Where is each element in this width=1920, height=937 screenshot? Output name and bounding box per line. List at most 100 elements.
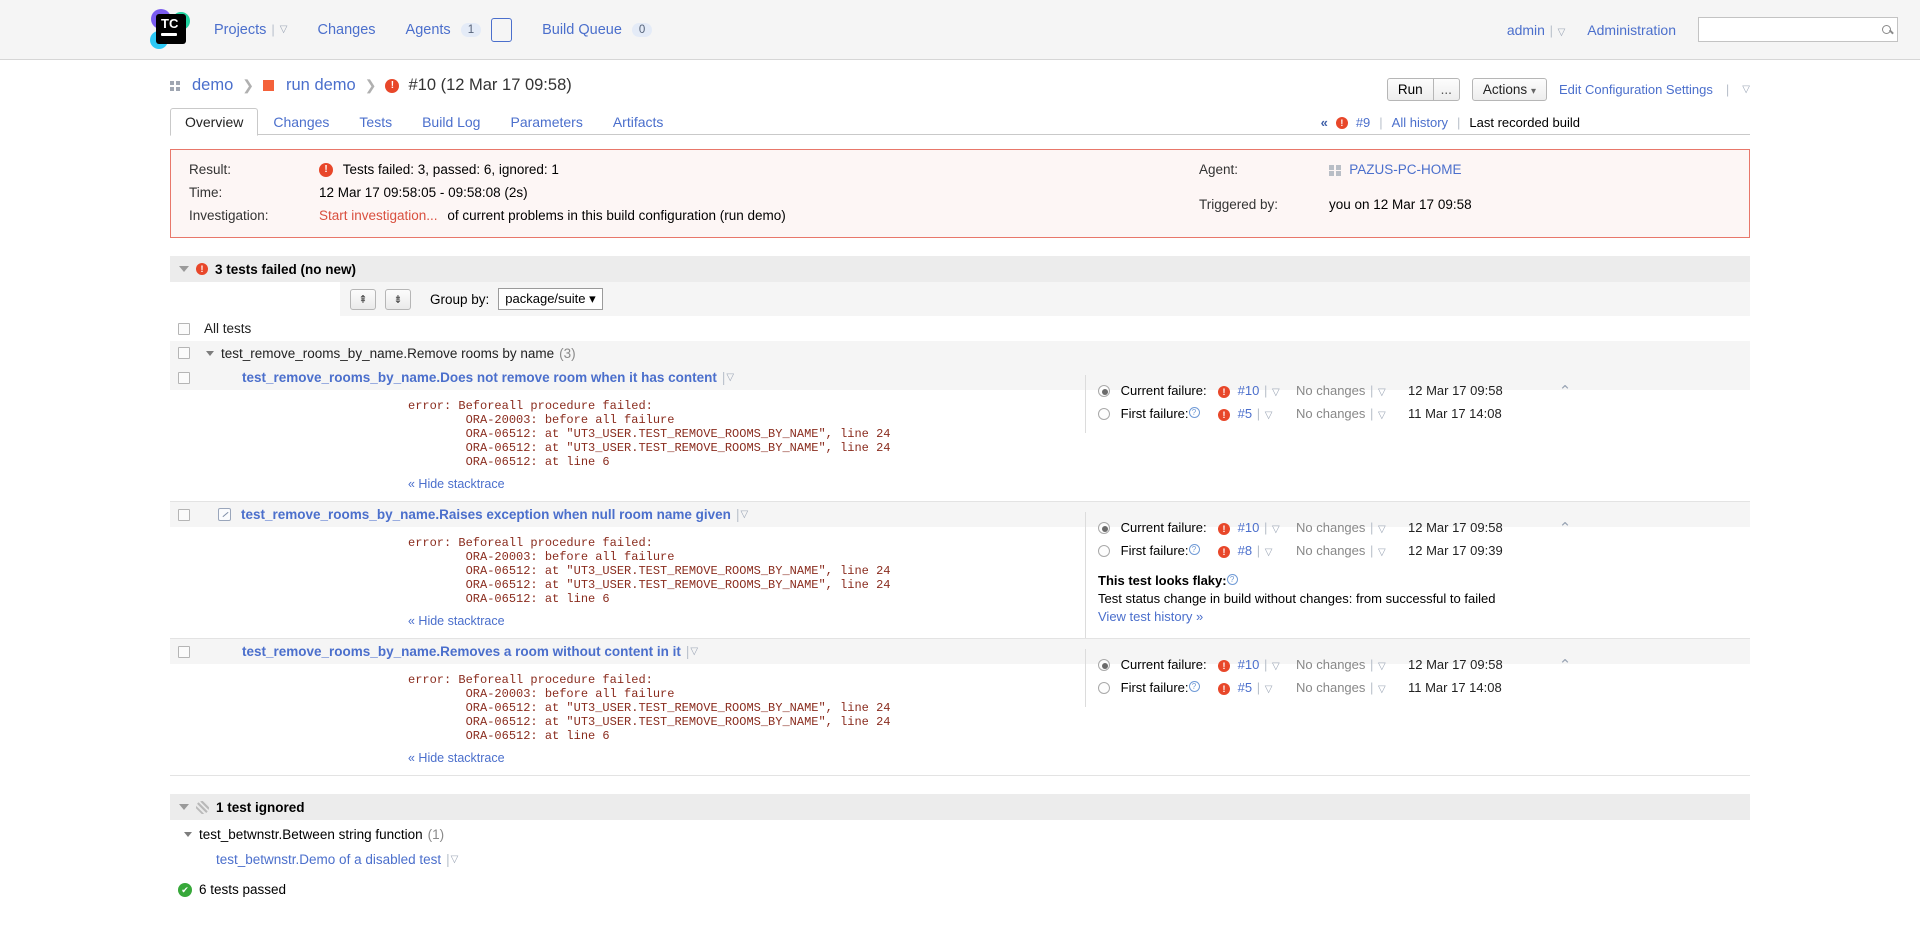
current-failure-row[interactable]: Current failure: ! #10 | ▽ No changes | …: [1086, 653, 1580, 676]
nav-item-projects[interactable]: Projects | ▽: [214, 22, 287, 38]
tree-row-all-tests[interactable]: All tests: [170, 316, 1750, 341]
first-failure-build-link[interactable]: #5: [1238, 680, 1252, 695]
chevron-down-icon[interactable]: ▽: [1265, 684, 1273, 695]
test-checkbox[interactable]: [178, 646, 190, 658]
tab-artifacts[interactable]: Artifacts: [598, 108, 679, 136]
nav-item-agents[interactable]: Agents 1: [406, 18, 513, 42]
chevron-down-icon[interactable]: ▽: [690, 646, 698, 657]
collapse-triangle-icon[interactable]: [179, 804, 189, 810]
chevron-down-icon[interactable]: ▽: [451, 854, 459, 865]
nav-link-agents[interactable]: Agents: [406, 22, 451, 38]
chevron-down-icon[interactable]: ▽: [1378, 661, 1386, 672]
breadcrumb-configuration[interactable]: run demo: [286, 76, 356, 95]
first-failure-radio[interactable]: [1098, 545, 1110, 557]
collapse-all-button[interactable]: ⇟: [385, 289, 411, 310]
actions-button[interactable]: Actions ▾: [1472, 78, 1547, 101]
collapse-triangle-icon[interactable]: [184, 832, 192, 837]
run-options-button[interactable]: ...: [1433, 79, 1459, 100]
current-failure-build-link[interactable]: #10: [1238, 657, 1260, 672]
current-failure-radio[interactable]: [1098, 385, 1110, 397]
chevron-down-icon[interactable]: ▽: [1558, 27, 1566, 38]
tab-overview[interactable]: Overview: [170, 108, 258, 136]
tab-parameters[interactable]: Parameters: [495, 108, 597, 136]
current-failure-build-link[interactable]: #10: [1238, 520, 1260, 535]
agent-link[interactable]: PAZUS-PC-HOME: [1349, 162, 1461, 177]
nav-item-build-queue[interactable]: Build Queue 0: [542, 22, 652, 38]
current-failure-row[interactable]: Current failure: ! #10 | ▽ No changes | …: [1086, 379, 1580, 402]
test-name-link[interactable]: test_remove_rooms_by_name.Removes a room…: [242, 644, 681, 659]
suite-checkbox[interactable]: [178, 347, 190, 359]
current-failure-radio[interactable]: [1098, 659, 1110, 671]
help-icon[interactable]: ?: [1227, 574, 1238, 585]
tree-row-ignored-test[interactable]: test_betwnstr.Demo of a disabled test | …: [178, 848, 1920, 870]
chevron-down-icon[interactable]: ▽: [1272, 661, 1280, 672]
help-icon[interactable]: ?: [1189, 544, 1200, 555]
run-button[interactable]: Run ...: [1387, 78, 1460, 101]
ignored-test-link[interactable]: test_betwnstr.Demo of a disabled test: [216, 852, 441, 867]
tab-build-log[interactable]: Build Log: [407, 108, 495, 136]
first-failure-build-link[interactable]: #5: [1238, 406, 1252, 421]
help-icon[interactable]: ?: [1189, 407, 1200, 418]
start-investigation-link[interactable]: Start investigation...: [319, 208, 438, 223]
chevron-down-icon[interactable]: ▽: [1378, 547, 1386, 558]
chevron-down-icon[interactable]: ▽: [1742, 84, 1750, 95]
user-link[interactable]: admin: [1507, 22, 1545, 38]
breadcrumb-project[interactable]: demo: [192, 76, 233, 95]
chevron-down-icon[interactable]: ▽: [1265, 410, 1273, 421]
chevron-down-icon[interactable]: ▽: [1378, 684, 1386, 695]
previous-build-link[interactable]: #9: [1356, 115, 1370, 130]
first-failure-build-link[interactable]: #8: [1238, 543, 1252, 558]
tab-tests[interactable]: Tests: [344, 108, 407, 136]
previous-build-arrow-icon[interactable]: «: [1321, 115, 1328, 130]
nav-link-build-queue[interactable]: Build Queue: [542, 22, 622, 38]
first-failure-radio[interactable]: [1098, 408, 1110, 420]
first-failure-radio[interactable]: [1098, 682, 1110, 694]
help-icon[interactable]: ?: [1189, 681, 1200, 692]
hide-stacktrace-link[interactable]: « Hide stacktrace: [408, 751, 505, 765]
collapse-detail-icon[interactable]: ⌃: [1550, 382, 1580, 400]
user-menu[interactable]: admin | ▽: [1507, 22, 1565, 38]
first-failure-row[interactable]: First failure:? ! #8 | ▽ No changes | ▽ …: [1086, 539, 1580, 562]
hide-stacktrace-link[interactable]: « Hide stacktrace: [408, 614, 505, 628]
collapse-detail-icon[interactable]: ⌃: [1550, 656, 1580, 674]
tree-row-suite[interactable]: test_remove_rooms_by_name.Remove rooms b…: [170, 341, 1750, 365]
search-icon[interactable]: [1882, 25, 1891, 34]
test-name-link[interactable]: test_remove_rooms_by_name.Raises excepti…: [241, 507, 731, 522]
view-test-history-link[interactable]: View test history »: [1098, 609, 1203, 624]
chevron-down-icon[interactable]: ▽: [1272, 524, 1280, 535]
group-by-select[interactable]: package/suite ▾: [498, 288, 602, 310]
test-name-link[interactable]: test_remove_rooms_by_name.Does not remov…: [242, 370, 717, 385]
chevron-down-icon[interactable]: ▽: [740, 509, 748, 520]
first-failure-row[interactable]: First failure:? ! #5 | ▽ No changes | ▽ …: [1086, 676, 1580, 699]
expand-all-button[interactable]: ⇞: [350, 289, 376, 310]
run-button-label[interactable]: Run: [1388, 79, 1433, 100]
collapse-triangle-icon[interactable]: [206, 351, 214, 356]
tree-row-suite[interactable]: test_betwnstr.Between string function (1…: [178, 820, 1920, 848]
chevron-down-icon[interactable]: ▽: [1378, 524, 1386, 535]
collapse-triangle-icon[interactable]: [179, 266, 189, 272]
nav-link-projects[interactable]: Projects: [214, 22, 266, 38]
collapse-detail-icon[interactable]: ⌃: [1550, 519, 1580, 537]
chevron-down-icon[interactable]: ▽: [1265, 547, 1273, 558]
tab-changes[interactable]: Changes: [258, 108, 344, 136]
chevron-down-icon[interactable]: ▽: [280, 24, 288, 35]
first-failure-row[interactable]: First failure:? ! #5 | ▽ No changes | ▽ …: [1086, 402, 1580, 425]
nav-item-changes[interactable]: Changes: [317, 22, 375, 38]
edit-configuration-settings-link[interactable]: Edit Configuration Settings: [1559, 82, 1713, 97]
hide-stacktrace-link[interactable]: « Hide stacktrace: [408, 477, 505, 491]
failed-tests-section-header[interactable]: ! 3 tests failed (no new): [170, 256, 1750, 282]
chevron-down-icon[interactable]: ▽: [1378, 387, 1386, 398]
teamcity-logo-icon[interactable]: TC: [150, 9, 192, 51]
administration-link[interactable]: Administration: [1587, 22, 1676, 38]
nav-link-changes[interactable]: Changes: [317, 22, 375, 38]
select-all-checkbox[interactable]: [178, 323, 190, 335]
test-checkbox[interactable]: [178, 372, 190, 384]
ignored-tests-section-header[interactable]: 1 test ignored: [170, 794, 1750, 820]
chevron-down-icon[interactable]: ▽: [726, 372, 734, 383]
chevron-down-icon[interactable]: ▽: [1272, 387, 1280, 398]
current-failure-row[interactable]: Current failure: ! #10 | ▽ No changes | …: [1086, 516, 1580, 539]
test-checkbox[interactable]: [178, 509, 190, 521]
chevron-down-icon[interactable]: ▽: [1378, 410, 1386, 421]
current-failure-build-link[interactable]: #10: [1238, 383, 1260, 398]
search-input[interactable]: [1698, 17, 1898, 42]
